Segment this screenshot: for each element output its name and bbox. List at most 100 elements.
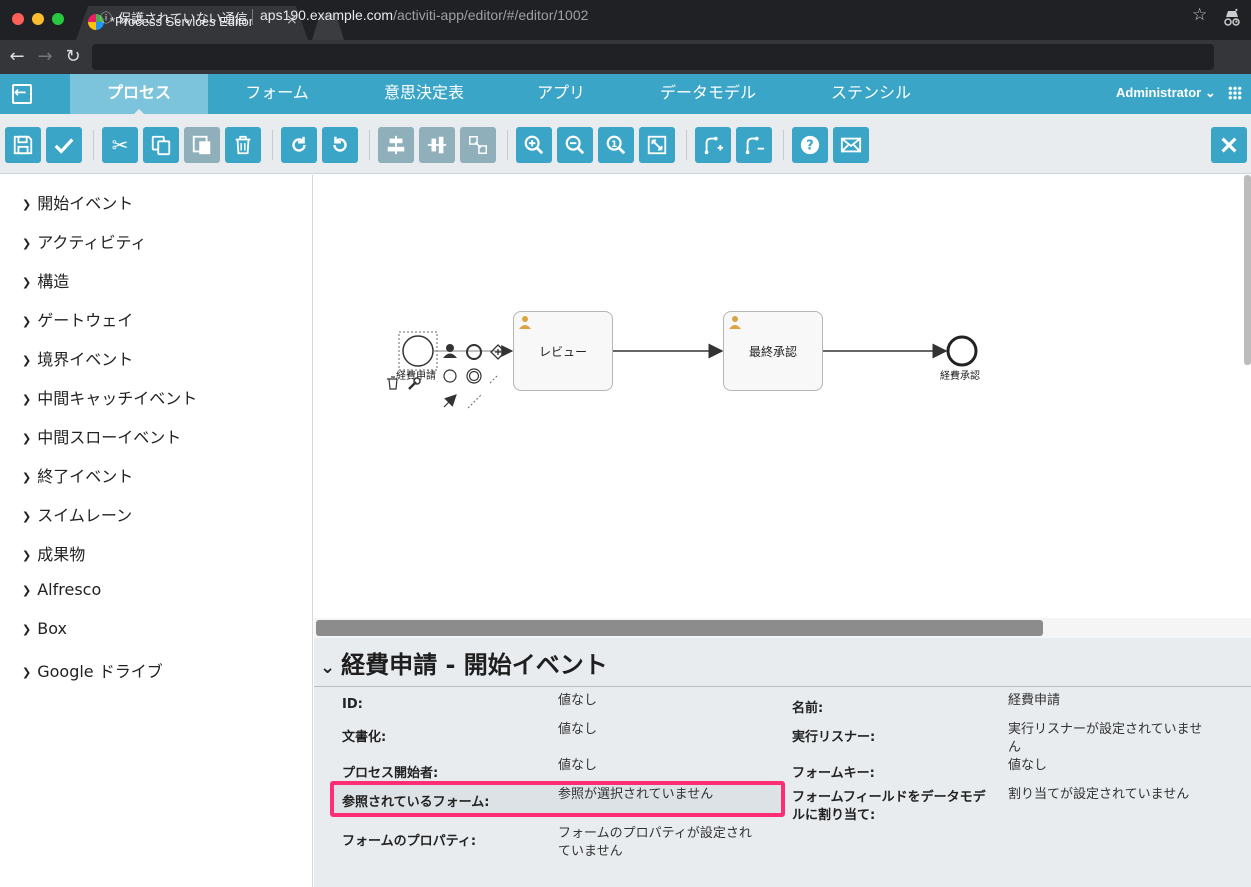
prop-value-initiator[interactable]: 値なし xyxy=(558,757,597,775)
zoom-in-icon[interactable] xyxy=(516,127,552,163)
prop-value-form-key[interactable]: 値なし xyxy=(1008,757,1047,775)
prop-value-form-properties[interactable]: フォームのプロパティが設定され ていません xyxy=(558,825,752,861)
palette-group-boundary-events[interactable]: ❯ 境界イベント xyxy=(22,346,133,370)
cut-icon[interactable]: ✂ xyxy=(102,127,138,163)
prop-value-form-field-mapping[interactable]: 割り当てが設定されていません xyxy=(1008,786,1189,804)
palette-group-activities[interactable]: ❯ アクティビティ xyxy=(22,229,147,253)
user-task-quick-icon[interactable] xyxy=(446,344,454,352)
palette-group-box[interactable]: ❯ Box xyxy=(22,619,67,638)
close-window-button[interactable] xyxy=(12,13,24,25)
align-horizontal-icon[interactable] xyxy=(378,127,414,163)
toolbar-divider xyxy=(369,130,370,160)
back-icon[interactable]: ← xyxy=(6,46,28,67)
palette-group-artifacts[interactable]: ❯ 成果物 xyxy=(22,541,85,565)
svg-text:?: ? xyxy=(806,139,813,154)
svg-text:1: 1 xyxy=(611,139,617,150)
undo-icon[interactable] xyxy=(322,127,358,163)
start-event-label: 経費申請 xyxy=(396,371,436,382)
timer-quick-icon[interactable] xyxy=(443,369,457,383)
prop-value-documentation[interactable]: 値なし xyxy=(558,721,597,739)
palette-group-structural[interactable]: ❯ 構造 xyxy=(22,268,69,292)
chevron-right-icon: ❯ xyxy=(22,549,32,562)
chevron-down-icon: ⌄ xyxy=(1204,85,1216,100)
chevron-right-icon: ❯ xyxy=(22,354,32,367)
exit-editor-icon[interactable] xyxy=(12,83,32,104)
reload-icon[interactable]: ↻ xyxy=(62,46,84,67)
properties-title[interactable]: ⌄ 経費申請 - 開始イベント xyxy=(320,645,608,680)
palette-group-end-events[interactable]: ❯ 終了イベント xyxy=(22,463,133,487)
prop-label-id: ID: xyxy=(342,697,363,712)
user-menu[interactable]: Administrator ⌄ xyxy=(1116,74,1216,114)
palette-group-intermediate-catch[interactable]: ❯ 中間キャッチイベント xyxy=(22,385,197,409)
browser-menu-icon[interactable]: ⋮ xyxy=(1228,6,1245,26)
start-event[interactable] xyxy=(402,335,434,367)
feedback-icon[interactable] xyxy=(833,127,869,163)
toolbar-divider xyxy=(686,130,687,160)
redo-icon[interactable] xyxy=(281,127,317,163)
tab-process[interactable]: プロセス xyxy=(70,74,208,115)
maximize-window-button[interactable] xyxy=(52,13,64,25)
prop-label-execution-listeners: 実行リスナー: xyxy=(792,730,876,745)
chevron-right-icon: ❯ xyxy=(22,276,32,289)
chevron-right-icon: ❯ xyxy=(22,237,32,250)
tab-app[interactable]: アプリ xyxy=(502,74,620,114)
canvas-horizontal-scrollbar[interactable] xyxy=(316,620,1043,636)
highlight-annotation xyxy=(330,781,785,817)
remove-bendpoint-icon[interactable] xyxy=(736,127,772,163)
url-text[interactable]: aps190.example.com/activiti-app/editor/#… xyxy=(260,7,588,23)
zoom-actual-icon[interactable]: 1 xyxy=(598,127,634,163)
tab-decision-table[interactable]: 意思決定表 xyxy=(346,74,502,114)
security-warning[interactable]: 保護されていない通信 xyxy=(118,8,248,27)
copy-icon[interactable] xyxy=(143,127,179,163)
prop-value-execution-listeners[interactable]: 実行リスナーが設定されていませ ん xyxy=(1008,721,1202,757)
user-icon xyxy=(729,316,741,329)
prop-label-documentation: 文書化: xyxy=(342,730,387,745)
forward-icon[interactable]: → xyxy=(34,46,56,67)
toolbar-divider xyxy=(93,130,94,160)
palette-group-swimlanes[interactable]: ❯ スイムレーン xyxy=(22,502,132,526)
info-icon[interactable]: ⓘ xyxy=(100,9,112,26)
user-task-review[interactable]: レビュー xyxy=(513,311,613,391)
user-icon xyxy=(519,316,531,329)
user-task-final-approval[interactable]: 最終承認 xyxy=(723,311,823,391)
canvas-vertical-scrollbar[interactable] xyxy=(1244,175,1251,365)
palette-group-gateways[interactable]: ❯ ゲートウェイ xyxy=(22,307,133,331)
end-event-label: 経費承認 xyxy=(940,371,980,382)
help-icon[interactable]: ? xyxy=(792,127,828,163)
chevron-right-icon: ❯ xyxy=(22,510,32,523)
prop-label-form-field-mapping: フォームフィールドをデータモデ ルに割り当て: xyxy=(792,790,986,823)
add-bendpoint-icon[interactable] xyxy=(695,127,731,163)
palette-group-alfresco[interactable]: ❯ Alfresco xyxy=(22,580,101,599)
url-input[interactable] xyxy=(92,44,1214,70)
process-canvas[interactable]: 経費申請 レビュー 最終承認 経費承認 xyxy=(314,175,1251,637)
save-icon[interactable] xyxy=(5,127,41,163)
event-quick-icon[interactable] xyxy=(466,344,482,360)
bookmark-star-icon[interactable]: ☆ xyxy=(1192,5,1207,25)
connect-quick-icon[interactable] xyxy=(443,394,457,408)
delete-icon[interactable] xyxy=(225,127,261,163)
zoom-out-icon[interactable] xyxy=(557,127,593,163)
prop-label-name: 名前: xyxy=(792,701,824,716)
align-vertical-icon[interactable] xyxy=(419,127,455,163)
same-size-icon[interactable] xyxy=(460,127,496,163)
prop-label-form-key: フォームキー: xyxy=(792,766,875,781)
apps-grid-icon[interactable] xyxy=(1228,86,1242,100)
paste-icon[interactable] xyxy=(184,127,220,163)
close-icon[interactable] xyxy=(1211,127,1247,163)
properties-divider xyxy=(314,686,1251,687)
prop-value-name[interactable]: 経費申請 xyxy=(1008,692,1060,710)
palette-group-google-drive[interactable]: ❯ Google ドライブ xyxy=(22,658,163,682)
association-quick-icon[interactable] xyxy=(467,394,482,409)
validate-icon[interactable] xyxy=(46,127,82,163)
prop-value-id[interactable]: 値なし xyxy=(558,692,597,710)
zoom-fit-icon[interactable] xyxy=(639,127,675,163)
tab-data-model[interactable]: データモデル xyxy=(620,74,796,114)
end-event[interactable] xyxy=(946,335,978,367)
palette-group-start-events[interactable]: ❯ 開始イベント xyxy=(22,190,133,214)
tab-stencil[interactable]: ステンシル xyxy=(796,74,946,114)
minimize-window-button[interactable] xyxy=(32,13,44,25)
address-bar-row: ← → ↻ xyxy=(0,40,1251,74)
tab-form[interactable]: フォーム xyxy=(208,74,346,114)
chevron-right-icon: ❯ xyxy=(22,584,32,597)
palette-group-intermediate-throw[interactable]: ❯ 中間スローイベント xyxy=(22,424,181,448)
